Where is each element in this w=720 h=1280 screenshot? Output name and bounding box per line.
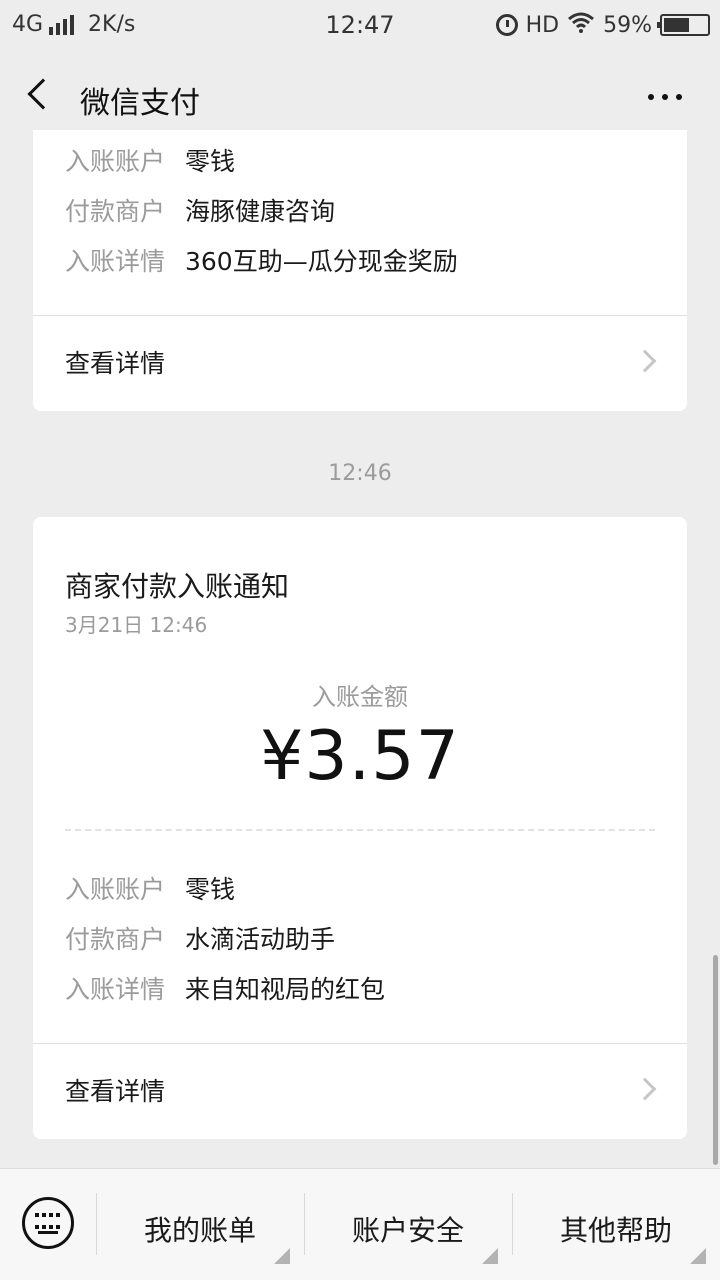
info-label: 入账详情 (65, 247, 166, 276)
info-value: 来自知视局的红包 (185, 975, 386, 1004)
alarm-icon (495, 14, 518, 36)
submenu-indicator-icon (482, 1248, 498, 1264)
divider (33, 315, 687, 316)
info-label: 付款商户 (65, 925, 166, 954)
battery-icon (657, 14, 710, 36)
time-separator: 12:46 (328, 461, 392, 486)
info-label: 入账账户 (65, 875, 166, 904)
amount-value: ¥3.57 (260, 717, 460, 796)
info-label: 入账账户 (65, 147, 166, 176)
keyboard-icon (35, 1213, 61, 1233)
status-bar: 4G 2K/s 12:47 HD 59% (0, 0, 720, 50)
chevron-right-icon[interactable] (633, 349, 657, 373)
keyboard-toggle-button[interactable] (22, 1197, 74, 1249)
info-row: 入账详情 来自知视局的红包 (65, 970, 385, 1006)
info-value: 360互助—瓜分现金奖励 (185, 247, 458, 276)
card-title: 商家付款入账通知 (65, 570, 290, 603)
message-card-previous: 入账账户 零钱 付款商户 海豚健康咨询 入账详情 360互助—瓜分现金奖励 查看… (33, 130, 687, 411)
hd-indicator: HD (525, 12, 560, 38)
info-row: 入账账户 零钱 (65, 142, 235, 178)
battery-percent: 59% (603, 12, 652, 38)
chevron-right-icon[interactable] (633, 1077, 657, 1101)
page-title: 微信支付 (80, 86, 200, 121)
info-value: 海豚健康咨询 (185, 197, 336, 226)
info-row: 入账账户 零钱 (65, 870, 235, 906)
view-details-link[interactable]: 查看详情 (65, 1072, 165, 1108)
info-row: 付款商户 海豚健康咨询 (65, 192, 335, 228)
submenu-indicator-icon (690, 1248, 706, 1264)
dashed-divider (65, 829, 655, 831)
chevron-left-icon[interactable] (27, 78, 59, 110)
more-dots-icon[interactable] (648, 94, 682, 100)
card-date: 3月21日 12:46 (65, 613, 208, 637)
info-row: 入账详情 360互助—瓜分现金奖励 (65, 242, 458, 278)
menu-other-help[interactable]: 其他帮助 (513, 1209, 719, 1249)
info-row: 付款商户 水滴活动助手 (65, 920, 335, 956)
submenu-indicator-icon (274, 1248, 290, 1264)
info-value: 水滴活动助手 (185, 925, 336, 954)
info-value: 零钱 (185, 147, 236, 176)
wifi-icon (567, 11, 595, 39)
scrollbar[interactable] (713, 955, 718, 1165)
keyboard-space-key (38, 1231, 58, 1234)
info-label: 付款商户 (65, 197, 166, 226)
status-right: HD 59% (495, 11, 710, 39)
bottom-menu: 我的账单 账户安全 其他帮助 (0, 1168, 720, 1280)
divider (33, 1043, 687, 1044)
message-card: 商家付款入账通知 3月21日 12:46 入账金额 ¥3.57 入账账户 零钱 … (33, 517, 687, 1139)
info-label: 入账详情 (65, 975, 166, 1004)
amount-label: 入账金额 (312, 683, 408, 711)
menu-account-security[interactable]: 账户安全 (305, 1209, 511, 1249)
view-details-link[interactable]: 查看详情 (65, 344, 165, 380)
battery-level (664, 18, 689, 32)
info-value: 零钱 (185, 875, 236, 904)
menu-my-bills[interactable]: 我的账单 (97, 1209, 303, 1249)
